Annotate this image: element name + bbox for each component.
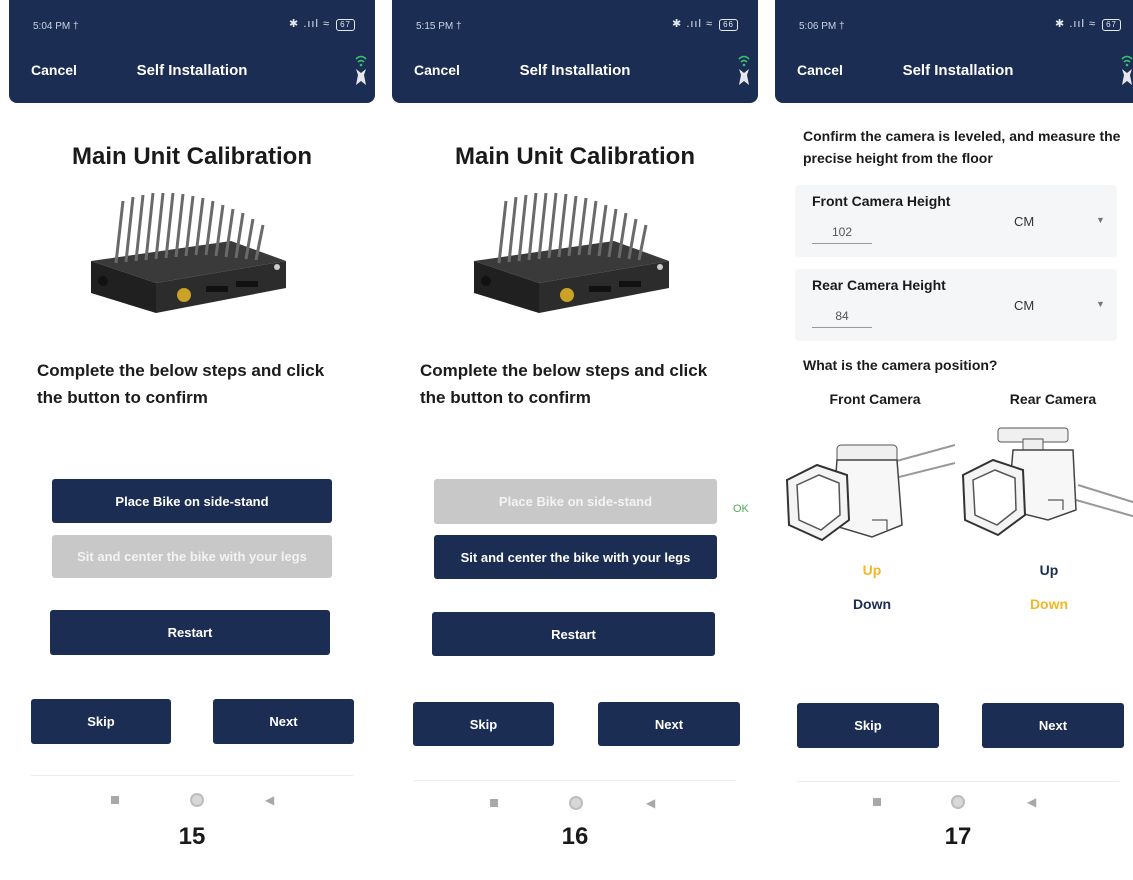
next-button[interactable]: Next [982,703,1124,748]
wifi-logo-icon [1121,55,1133,85]
app-title: Self Installation [902,62,1014,79]
page-heading: Main Unit Calibration [455,143,695,170]
app-bar: 5:06 PM † ✱ .ııl ≈ 67 Cancel Self Instal… [775,0,1133,103]
rear-height-label: Rear Camera Height [812,277,946,293]
home-circle-icon[interactable] [569,796,583,810]
status-time: 5:04 PM † [33,21,79,32]
sit-center-button[interactable]: Sit and center the bike with your legs [434,535,717,579]
status-icons: ✱ .ııl ≈ 67 [1055,17,1121,31]
status-icons: ✱ .ııl ≈ 67 [289,17,355,31]
position-question: What is the camera position? [803,357,998,373]
signal-icons: ✱ .ııl ≈ [1055,18,1097,30]
rear-down-option[interactable]: Down [1014,596,1084,612]
instruction-text: Complete the below steps and click the b… [420,361,708,407]
back-triangle-icon[interactable]: ◀ [265,793,274,807]
instruction-text: Complete the below steps and click the b… [37,361,325,407]
wifi-logo-icon [738,55,750,85]
front-height-card: Front Camera Height 102 CM ▼ [795,185,1117,257]
app-bar: 5:04 PM † ✱ .ııl ≈ 67 Cancel Self Instal… [9,0,375,103]
screen-number: 17 [944,823,972,850]
stop-square-icon[interactable] [490,799,498,807]
page-heading: Main Unit Calibration [72,143,312,170]
battery-icon: 66 [719,19,738,31]
skip-button[interactable]: Skip [797,703,939,748]
home-circle-icon[interactable] [190,793,204,807]
rear-camera-label: Rear Camera [1009,391,1097,407]
rear-height-card: Rear Camera Height 84 CM ▼ [795,269,1117,341]
screen-16: 5:15 PM † ✱ .ııl ≈ 66 Cancel Self Instal… [392,0,758,880]
restart-button[interactable]: Restart [50,610,330,655]
skip-button[interactable]: Skip [31,699,171,744]
main-unit-image [474,192,669,313]
front-camera-image [785,444,956,542]
front-up-option[interactable]: Up [837,562,907,578]
rear-up-option[interactable]: Up [1014,562,1084,578]
dropdown-caret-icon[interactable]: ▼ [1096,215,1105,225]
nav-divider [414,780,736,781]
sit-center-button[interactable]: Sit and center the bike with your legs [52,535,332,578]
nav-divider [797,781,1119,782]
stop-square-icon[interactable] [111,796,119,804]
nav-divider [31,775,353,776]
next-button[interactable]: Next [598,702,740,746]
home-circle-icon[interactable] [951,795,965,809]
skip-button[interactable]: Skip [413,702,554,746]
confirm-instruction: Confirm the camera is leveled, and measu… [803,128,1121,166]
rear-camera-image [961,427,1133,537]
battery-icon: 67 [336,19,355,31]
screen-17: 5:06 PM † ✱ .ııl ≈ 67 Cancel Self Instal… [775,0,1133,880]
rear-unit-select[interactable]: CM [1014,298,1034,313]
signal-icons: ✱ .ııl ≈ [289,18,331,30]
front-down-option[interactable]: Down [837,596,907,612]
back-triangle-icon[interactable]: ◀ [646,796,655,810]
battery-icon: 67 [1102,19,1121,31]
status-icons: ✱ .ııl ≈ 66 [672,17,738,31]
app-title: Self Installation [136,62,248,79]
front-height-input[interactable]: 102 [812,225,872,244]
app-title: Self Installation [519,62,631,79]
dropdown-caret-icon[interactable]: ▼ [1096,299,1105,309]
place-bike-button[interactable]: Place Bike on side-stand [434,479,717,524]
screen-number: 16 [561,823,589,850]
wifi-logo-icon [355,55,367,85]
stop-square-icon[interactable] [873,798,881,806]
restart-button[interactable]: Restart [432,612,715,656]
back-triangle-icon[interactable]: ◀ [1027,795,1036,809]
rear-height-input[interactable]: 84 [812,309,872,328]
step-ok-label: OK [733,503,749,515]
front-camera-label: Front Camera [829,391,921,407]
place-bike-button[interactable]: Place Bike on side-stand [52,479,332,523]
next-button[interactable]: Next [213,699,354,744]
screen-15: 5:04 PM † ✱ .ııl ≈ 67 Cancel Self Instal… [9,0,375,880]
front-height-label: Front Camera Height [812,193,951,209]
status-time: 5:15 PM † [416,21,462,32]
main-unit-image [91,192,286,313]
screen-number: 15 [178,823,206,850]
signal-icons: ✱ .ııl ≈ [672,18,714,30]
app-bar: 5:15 PM † ✱ .ııl ≈ 66 Cancel Self Instal… [392,0,758,103]
front-unit-select[interactable]: CM [1014,214,1034,229]
status-time: 5:06 PM † [799,21,845,32]
